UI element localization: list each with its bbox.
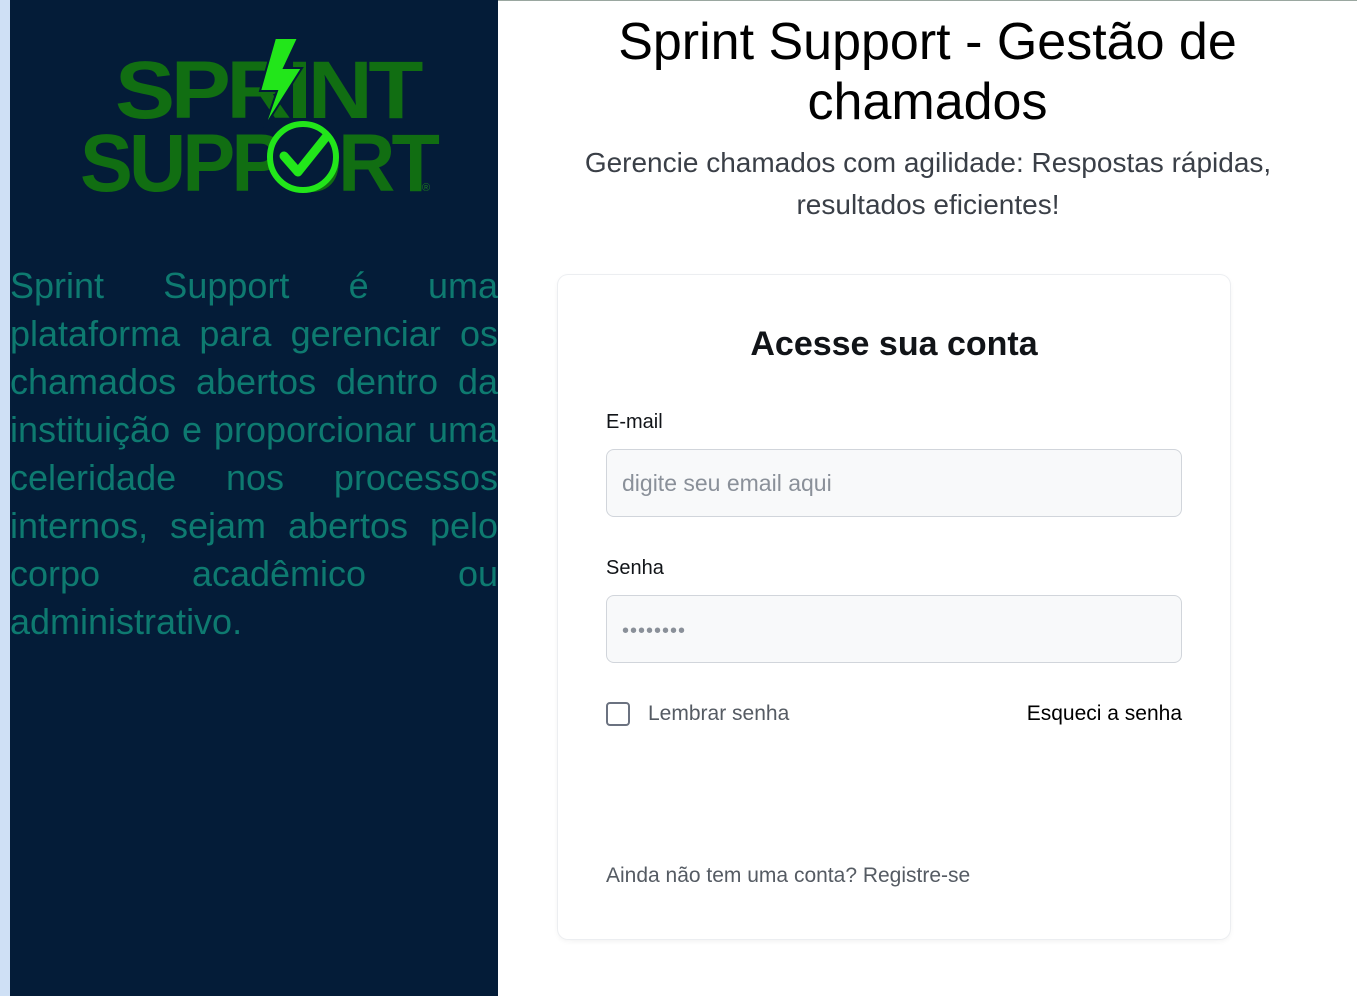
checkmark-circle-icon bbox=[267, 121, 339, 193]
email-field[interactable] bbox=[606, 449, 1182, 517]
forgot-password-link[interactable]: Esqueci a senha bbox=[1027, 702, 1182, 726]
page-title: Sprint Support - Gestão de chamados bbox=[618, 13, 1237, 131]
logo-word-support: SUPPORT bbox=[80, 118, 440, 201]
login-title: Acesse sua conta bbox=[750, 325, 1038, 363]
page-subtitle: Gerencie chamados com agilidade: Respost… bbox=[584, 147, 1272, 220]
email-label: E-mail bbox=[606, 411, 663, 433]
remember-password-label[interactable]: Lembrar senha bbox=[648, 702, 789, 726]
sprint-support-logo: SPRINT SUPPORT ® bbox=[80, 37, 440, 201]
remember-password-row: Lembrar senha bbox=[606, 702, 789, 726]
remember-password-checkbox[interactable] bbox=[606, 702, 630, 726]
top-divider bbox=[498, 0, 1357, 1]
register-link[interactable]: Ainda não tem uma conta? Registre-se bbox=[606, 864, 970, 888]
password-label: Senha bbox=[606, 557, 664, 579]
password-field[interactable] bbox=[606, 595, 1182, 663]
window-left-edge bbox=[0, 0, 10, 996]
registered-mark: ® bbox=[422, 182, 430, 194]
platform-description: Sprint Support é uma plataforma para ger… bbox=[10, 265, 498, 642]
sidebar-panel: SPRINT SUPPORT ® Sprint Support é uma pl… bbox=[10, 0, 498, 996]
login-card: Acesse sua conta E-mail Senha Lembrar se… bbox=[558, 275, 1230, 939]
